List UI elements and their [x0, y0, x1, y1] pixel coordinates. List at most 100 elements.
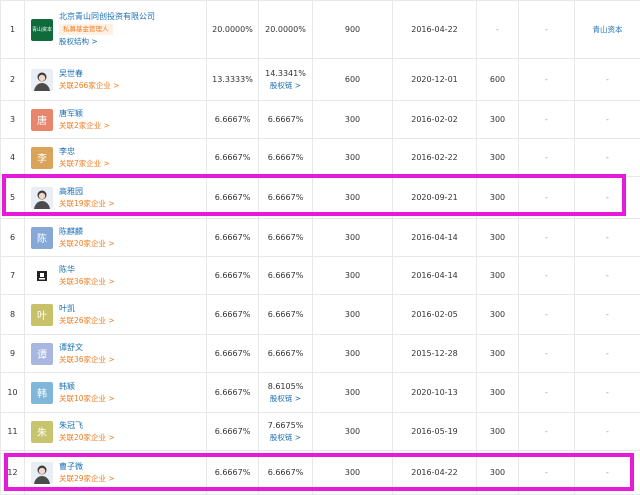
- indirect-share: 6.6667%: [268, 310, 304, 319]
- shareholder-name-link[interactable]: 陈华: [59, 264, 115, 276]
- avatar: 朱: [31, 421, 53, 443]
- related-product: -: [606, 271, 609, 280]
- shareholder-name-link[interactable]: 吴世春: [59, 68, 119, 80]
- indirect-share: 6.6667%: [268, 468, 304, 477]
- avatar: [31, 462, 53, 484]
- share-ratio: 6.6667%: [215, 271, 251, 280]
- related-product: -: [606, 427, 609, 436]
- indirect-share: 20.0000%: [265, 25, 306, 34]
- subscribed-amount: 300: [345, 427, 360, 436]
- subscribed-date: 2020-10-13: [411, 388, 458, 397]
- paid-date: -: [545, 233, 548, 242]
- subscribed-amount: 300: [345, 153, 360, 162]
- shareholder-name-link[interactable]: 北京青山同创投资有限公司: [59, 11, 155, 23]
- share-ratio: 6.6667%: [215, 115, 251, 124]
- related-companies-link[interactable]: 关联20家企业 >: [59, 238, 115, 250]
- row-index: 8: [10, 310, 15, 319]
- row-index: 10: [7, 388, 17, 397]
- share-ratio: 6.6667%: [215, 468, 251, 477]
- share-ratio: 6.6667%: [215, 388, 251, 397]
- row-index: 2: [10, 75, 15, 84]
- avatar: 李: [31, 147, 53, 169]
- subscribed-amount: 300: [345, 115, 360, 124]
- related-product-link[interactable]: 青山资本: [593, 25, 623, 34]
- shareholder-name-link[interactable]: 唐军颖: [59, 108, 110, 120]
- avatar: 韩: [31, 382, 53, 404]
- shareholder-name-link[interactable]: 曹子微: [59, 461, 115, 473]
- table-row: 7 陈华 关联36家企业 > 6.6667% 6.6667% 300 2016-…: [1, 257, 640, 295]
- paid-date: -: [545, 115, 548, 124]
- related-product: -: [606, 153, 609, 162]
- avatar: 叶: [31, 304, 53, 326]
- row-index: 6: [10, 233, 15, 242]
- table-row: 3 唐 唐军颖 关联2家企业 > 6.6667% 6.6667% 300 201…: [1, 101, 640, 139]
- indirect-share: 6.6667%: [268, 349, 304, 358]
- subscribed-date: 2016-04-14: [411, 233, 458, 242]
- shareholder-name-link[interactable]: 高雅园: [59, 186, 115, 198]
- equity-chain-link[interactable]: 股权链 >: [259, 432, 312, 444]
- shareholder-name-link[interactable]: 谭舒文: [59, 342, 115, 354]
- paid-date: -: [545, 75, 548, 84]
- related-companies-link[interactable]: 股权结构 >: [59, 36, 155, 48]
- related-companies-link[interactable]: 关联2家企业 >: [59, 120, 110, 132]
- subscribed-amount: 300: [345, 193, 360, 202]
- paid-amount: 300: [490, 233, 505, 242]
- related-companies-link[interactable]: 关联36家企业 >: [59, 276, 115, 288]
- table-row: 9 谭 谭舒文 关联36家企业 > 6.6667% 6.6667% 300 20…: [1, 335, 640, 373]
- subscribed-date: 2020-09-21: [411, 193, 458, 202]
- row-index: 9: [10, 349, 15, 358]
- related-companies-link[interactable]: 关联7家企业 >: [59, 158, 110, 170]
- share-ratio: 6.6667%: [215, 233, 251, 242]
- shareholder-name-link[interactable]: 陈麒麟: [59, 226, 115, 238]
- table-row: 4 李 李忠 关联7家企业 > 6.6667% 6.6667% 300 2016…: [1, 139, 640, 177]
- paid-amount: 300: [490, 115, 505, 124]
- related-companies-link[interactable]: 关联10家企业 >: [59, 393, 115, 405]
- table-row: 6 陈 陈麒麟 关联20家企业 > 6.6667% 6.6667% 300 20…: [1, 219, 640, 257]
- related-product: -: [606, 115, 609, 124]
- related-product: -: [606, 233, 609, 242]
- table-row: 12 曹子微 关联29家企业 > 6.6667% 6.6667% 300 201…: [1, 451, 640, 495]
- related-companies-link[interactable]: 关联29家企业 >: [59, 473, 115, 485]
- related-companies-link[interactable]: 关联20家企业 >: [59, 432, 115, 444]
- paid-amount: -: [496, 25, 499, 34]
- shareholder-name-link[interactable]: 朱冠飞: [59, 420, 115, 432]
- related-companies-link[interactable]: 关联19家企业 >: [59, 198, 115, 210]
- subscribed-date: 2016-05-19: [411, 427, 458, 436]
- shareholder-table: 1 青山资本 北京青山同创投资有限公司 私募基金管理人 股权结构 > 20.00…: [0, 0, 640, 495]
- indirect-share: 6.6667%: [268, 153, 304, 162]
- row-index: 3: [10, 115, 15, 124]
- paid-date: -: [545, 388, 548, 397]
- table-row: 11 朱 朱冠飞 关联20家企业 > 6.6667% 7.6675%股权链 > …: [1, 413, 640, 451]
- share-ratio: 6.6667%: [215, 310, 251, 319]
- share-ratio: 20.0000%: [212, 25, 253, 34]
- equity-chain-link[interactable]: 股权链 >: [259, 80, 312, 92]
- paid-amount: 300: [490, 310, 505, 319]
- paid-amount: 300: [490, 193, 505, 202]
- shareholder-name-link[interactable]: 李忠: [59, 146, 110, 158]
- equity-chain-link[interactable]: 股权链 >: [259, 393, 312, 405]
- shareholder-name-link[interactable]: 韩颖: [59, 381, 115, 393]
- paid-date: -: [545, 349, 548, 358]
- related-companies-link[interactable]: 关联36家企业 >: [59, 354, 115, 366]
- avatar: [31, 187, 53, 209]
- indirect-share: 7.6675%: [259, 420, 312, 432]
- related-companies-link[interactable]: 关联26家企业 >: [59, 315, 115, 327]
- share-ratio: 6.6667%: [215, 153, 251, 162]
- related-companies-link[interactable]: 关联266家企业 >: [59, 80, 119, 92]
- person-icon: [31, 265, 53, 287]
- table-row: 10 韩 韩颖 关联10家企业 > 6.6667% 8.6105%股权链 > 3…: [1, 373, 640, 413]
- avatar: [31, 69, 53, 91]
- shareholder-name-link[interactable]: 叶凯: [59, 303, 115, 315]
- paid-amount: 600: [490, 75, 505, 84]
- subscribed-amount: 300: [345, 468, 360, 477]
- table-row: 1 青山资本 北京青山同创投资有限公司 私募基金管理人 股权结构 > 20.00…: [1, 1, 640, 59]
- related-product: -: [606, 310, 609, 319]
- subscribed-amount: 300: [345, 388, 360, 397]
- subscribed-date: 2016-02-02: [411, 115, 458, 124]
- company-logo: 青山资本: [31, 19, 53, 41]
- related-product: -: [606, 349, 609, 358]
- row-index: 12: [7, 468, 17, 477]
- subscribed-date: 2020-12-01: [411, 75, 458, 84]
- subscribed-date: 2016-04-22: [411, 25, 458, 34]
- paid-date: -: [545, 153, 548, 162]
